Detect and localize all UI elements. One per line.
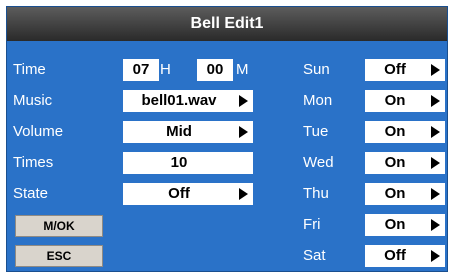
day-value: On [384, 92, 406, 109]
minute-value: 00 [206, 61, 224, 78]
day-select-tue[interactable]: On [365, 121, 445, 143]
minute-unit: M [236, 61, 249, 78]
triangle-right-icon [239, 126, 248, 138]
day-value: Off [384, 61, 406, 78]
window-title: Bell Edit1 [7, 7, 447, 41]
triangle-right-icon [431, 95, 440, 107]
volume-value: Mid [166, 123, 192, 140]
day-select-sun[interactable]: Off [365, 59, 445, 81]
day-label-fri: Fri [303, 216, 321, 233]
volume-label: Volume [13, 123, 64, 140]
day-label-mon: Mon [303, 92, 333, 109]
state-value: Off [168, 185, 190, 202]
day-value: Off [384, 247, 406, 264]
volume-select[interactable]: Mid [123, 121, 253, 143]
triangle-right-icon [431, 250, 440, 262]
triangle-right-icon [431, 64, 440, 76]
esc-button[interactable]: ESC [15, 245, 103, 267]
day-label-sat: Sat [303, 247, 326, 264]
day-label-sun: Sun [303, 61, 330, 78]
times-label: Times [13, 154, 54, 171]
triangle-right-icon [239, 188, 248, 200]
day-select-fri[interactable]: On [365, 214, 445, 236]
times-value: 10 [170, 154, 188, 171]
minute-field[interactable]: 00 [197, 59, 233, 81]
ok-button[interactable]: M/OK [15, 215, 103, 237]
day-select-wed[interactable]: On [365, 152, 445, 174]
day-select-mon[interactable]: On [365, 90, 445, 112]
music-select[interactable]: bell01.wav [123, 90, 253, 112]
hour-value: 07 [132, 61, 150, 78]
state-label: State [13, 185, 49, 202]
triangle-right-icon [431, 188, 440, 200]
hour-unit: H [160, 61, 171, 78]
triangle-right-icon [431, 126, 440, 138]
day-value: On [384, 185, 406, 202]
day-label-thu: Thu [303, 185, 329, 202]
day-value: On [384, 154, 406, 171]
day-select-thu[interactable]: On [365, 183, 445, 205]
day-label-wed: Wed [303, 154, 334, 171]
music-label: Music [13, 92, 53, 109]
triangle-right-icon [431, 219, 440, 231]
triangle-right-icon [431, 157, 440, 169]
music-value: bell01.wav [141, 92, 217, 109]
state-select[interactable]: Off [123, 183, 253, 205]
day-value: On [384, 123, 406, 140]
times-field[interactable]: 10 [123, 152, 253, 174]
time-label: Time [13, 61, 46, 78]
day-select-sat[interactable]: Off [365, 245, 445, 267]
bell-edit-dialog: Bell Edit1 Time 07 H 00 M Music bell01.w… [6, 6, 448, 272]
day-value: On [384, 216, 406, 233]
day-label-tue: Tue [303, 123, 329, 140]
hour-field[interactable]: 07 [123, 59, 159, 81]
triangle-right-icon [239, 95, 248, 107]
